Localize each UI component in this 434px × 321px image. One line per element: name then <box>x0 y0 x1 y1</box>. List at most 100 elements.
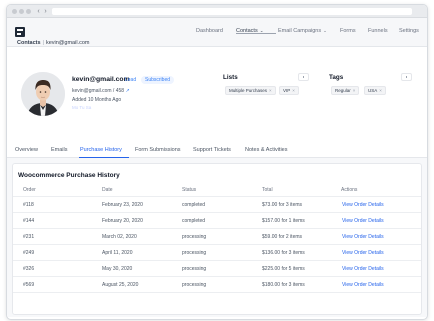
cell-total: $225.00 for 5 items <box>262 266 305 272</box>
breadcrumb-current: kevin@gmail.com <box>45 40 90 46</box>
app-logo[interactable] <box>15 27 25 37</box>
tab-purchase-history[interactable]: Purchase History <box>80 147 122 153</box>
nav-dashboard[interactable]: Dashboard <box>196 28 223 34</box>
nav-active-indicator <box>236 33 276 34</box>
column-header-date: Date <box>102 187 113 193</box>
card-title: Woocommerce Purchase History <box>18 172 120 179</box>
cell-total: $157.00 for 1 items <box>262 218 305 224</box>
cell-total: $180.00 for 3 items <box>262 282 305 288</box>
close-icon[interactable]: × <box>269 88 272 93</box>
status-badge[interactable]: Lead <box>125 77 136 83</box>
browser-window: ‹ › Dashboard Contacts ⌄ Email Campaigns ⌄… <box>6 4 428 320</box>
forward-icon[interactable]: › <box>42 8 49 15</box>
tag-chip[interactable]: USA × <box>364 86 386 95</box>
list-chip[interactable]: Multiple Purchases × <box>225 86 276 95</box>
cell-order: #326 <box>23 266 35 272</box>
list-chip-label: Multiple Purchases <box>229 88 268 93</box>
added-date: Added 10 Months Ago <box>72 97 122 103</box>
row-divider <box>13 292 421 293</box>
tab-emails[interactable]: Emails <box>51 147 68 153</box>
nav-settings[interactable]: Settings <box>399 28 419 34</box>
column-header-status: Status <box>182 187 197 193</box>
cell-date: February 23, 2020 <box>102 202 143 208</box>
cell-order: #231 <box>23 234 35 240</box>
external-link-icon[interactable]: ↗ <box>125 88 129 94</box>
nav-label: Dashboard <box>196 28 223 34</box>
address-bar[interactable] <box>52 8 412 15</box>
cell-status: processing <box>182 250 207 256</box>
table-row: #326 May 30, 2020 processing $225.00 for… <box>13 261 421 277</box>
nav-forms[interactable]: Forms <box>340 28 356 34</box>
tag-chip-label: USA <box>368 88 378 93</box>
contact-email-title: kevin@gmail.com <box>72 76 130 83</box>
tag-chip-label: Regular <box>335 88 351 93</box>
nav-label: Funnels <box>368 28 388 34</box>
breadcrumb-separator: | <box>42 40 44 46</box>
back-icon[interactable]: ‹ <box>35 8 42 15</box>
view-order-details-link[interactable]: View Order Details <box>342 218 384 224</box>
add-tag-button[interactable] <box>401 73 412 81</box>
view-order-details-link[interactable]: View Order Details <box>342 202 384 208</box>
subscription-badge[interactable]: Subscribed <box>141 76 175 84</box>
cell-status: completed <box>182 218 206 224</box>
chevron-down-icon: ⌄ <box>323 28 327 33</box>
cell-status: processing <box>182 282 207 288</box>
window-dot[interactable] <box>26 9 31 14</box>
table-row: #249 April 11, 2020 processing $136.00 f… <box>13 245 421 261</box>
view-order-details-link[interactable]: View Order Details <box>342 282 384 288</box>
cell-status: completed <box>182 202 206 208</box>
cell-date: August 25, 2020 <box>102 282 139 288</box>
view-order-details-link[interactable]: View Order Details <box>342 234 384 240</box>
avatar-photo <box>21 72 65 116</box>
view-order-details-link[interactable]: View Order Details <box>342 266 384 272</box>
window-dot[interactable] <box>19 9 24 14</box>
tab-overview[interactable]: Overview <box>15 147 38 153</box>
contact-tabs: Overview Emails Purchase History Form Su… <box>7 143 427 158</box>
cell-date: April 11, 2020 <box>102 250 133 256</box>
avatar <box>21 72 65 116</box>
list-chip[interactable]: VIP × <box>279 86 299 95</box>
lists-title: Lists <box>223 74 238 81</box>
tab-notes-activities[interactable]: Notes & Activities <box>245 147 288 153</box>
cell-total: $73.00 for 3 items <box>262 202 303 208</box>
breadcrumb-root[interactable]: Contacts <box>17 40 41 46</box>
nav-label: Forms <box>340 28 356 34</box>
close-icon[interactable]: × <box>353 88 356 93</box>
contact-id-line: kevin@gmail.com / 458 ↗ <box>72 88 130 94</box>
view-order-details-link[interactable]: View Order Details <box>342 250 384 256</box>
add-list-button[interactable] <box>298 73 309 81</box>
tab-support-tickets[interactable]: Support Tickets <box>193 147 231 153</box>
close-icon[interactable]: × <box>292 88 295 93</box>
column-header-total: Total <box>262 187 273 193</box>
list-chip-label: VIP <box>283 88 291 93</box>
column-header-actions: Actions <box>341 187 358 193</box>
cell-order: #144 <box>23 218 35 224</box>
cell-status: processing <box>182 234 207 240</box>
tab-form-submissions[interactable]: Form Submissions <box>135 147 181 153</box>
cell-total: $136.00 for 3 items <box>262 250 305 256</box>
nav-email-campaigns[interactable]: Email Campaigns ⌄ <box>278 28 327 34</box>
table-row: #144 February 20, 2020 completed $157.00… <box>13 213 421 229</box>
faded-meta: Mo Tu Sa <box>72 105 92 110</box>
nav-label: Email Campaigns <box>278 28 322 34</box>
breadcrumb: Contacts | kevin@gmail.com <box>17 40 89 46</box>
cell-date: February 20, 2020 <box>102 218 143 224</box>
cell-date: May 30, 2020 <box>102 266 133 272</box>
cell-order: #118 <box>23 202 34 208</box>
cell-date: March 02, 2020 <box>102 234 137 240</box>
tags-title: Tags <box>329 74 344 81</box>
nav-label: Settings <box>399 28 419 34</box>
table-row: #231 March 02, 2020 processing $59.00 fo… <box>13 229 421 245</box>
cell-order: #569 <box>23 282 35 288</box>
window-dot[interactable] <box>12 9 17 14</box>
contact-id-text: kevin@gmail.com / 458 <box>72 88 125 94</box>
cell-total: $59.00 for 2 items <box>262 234 303 240</box>
browser-chrome: ‹ › <box>7 5 427 18</box>
tag-chip[interactable]: Regular × <box>331 86 360 95</box>
table-row: #118 February 23, 2020 completed $73.00 … <box>13 197 421 213</box>
cell-status: processing <box>182 266 207 272</box>
column-header-order: Order <box>23 187 36 193</box>
table-row: #569 August 25, 2020 processing $180.00 … <box>13 277 421 293</box>
close-icon[interactable]: × <box>379 88 382 93</box>
nav-funnels[interactable]: Funnels <box>368 28 388 34</box>
